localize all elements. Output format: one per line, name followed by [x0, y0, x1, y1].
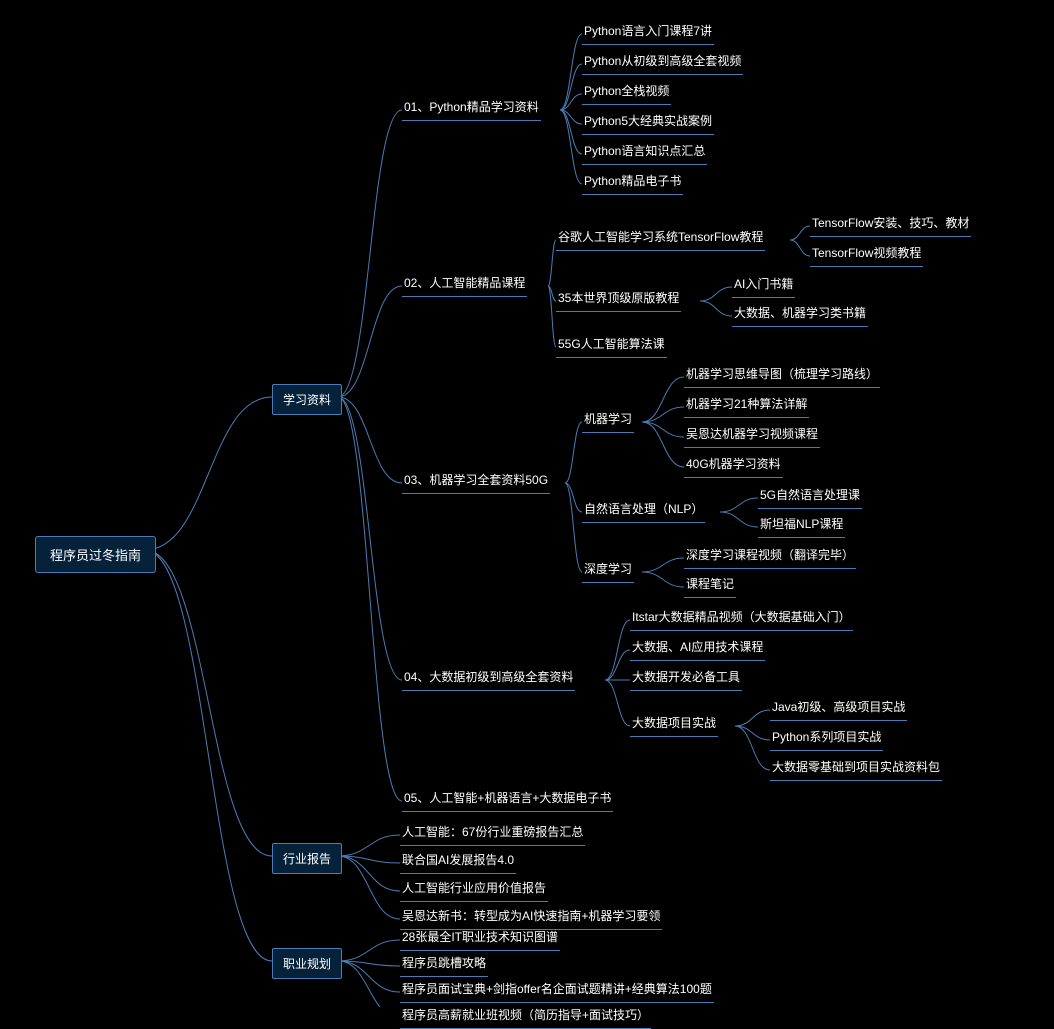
leaf: 人工智能：67份行业重磅报告汇总 [400, 823, 585, 846]
leaf: Python5大经典实战案例 [582, 112, 714, 135]
root-node[interactable]: 程序员过冬指南 [35, 536, 156, 573]
leaf: 大数据、AI应用技术课程 [630, 638, 765, 661]
leaf: 55G人工智能算法课 [556, 335, 667, 358]
node-study-01[interactable]: 01、Python精品学习资料 [402, 98, 541, 121]
node-study-03[interactable]: 03、机器学习全套资料50G [402, 471, 550, 494]
leaf: 机器学习思维导图（梳理学习路线） [684, 365, 880, 388]
leaf: 斯坦福NLP课程 [758, 515, 845, 538]
leaf: AI入门书籍 [732, 275, 795, 298]
leaf[interactable]: 机器学习 [582, 410, 634, 433]
branch-study[interactable]: 学习资料 [272, 384, 342, 415]
leaf[interactable]: 大数据项目实战 [630, 714, 718, 737]
leaf[interactable]: 自然语言处理（NLP） [582, 500, 705, 523]
leaf: Python语言入门课程7讲 [582, 22, 714, 45]
leaf[interactable]: 35本世界顶级原版教程 [556, 289, 681, 312]
leaf: 大数据开发必备工具 [630, 668, 742, 691]
branch-report[interactable]: 行业报告 [272, 843, 342, 874]
leaf[interactable]: 谷歌人工智能学习系统TensorFlow教程 [556, 228, 765, 251]
leaf: 程序员面试宝典+剑指offer名企面试题精讲+经典算法100题 [400, 980, 714, 1003]
node-study-05: 05、人工智能+机器语言+大数据电子书 [402, 789, 613, 812]
leaf[interactable]: 深度学习 [582, 560, 634, 583]
leaf: Python从初级到高级全套视频 [582, 52, 743, 75]
branch-career[interactable]: 职业规划 [272, 948, 342, 979]
leaf: Python精品电子书 [582, 172, 683, 195]
leaf: Python语言知识点汇总 [582, 142, 707, 165]
leaf: 联合国AI发展报告4.0 [400, 851, 516, 874]
leaf: 程序员跳槽攻略 [400, 954, 488, 977]
leaf: TensorFlow视频教程 [810, 244, 923, 267]
leaf: 5G自然语言处理课 [758, 486, 862, 509]
node-study-02[interactable]: 02、人工智能精品课程 [402, 274, 527, 297]
leaf: TensorFlow安装、技巧、教材 [810, 214, 971, 237]
leaf: Python系列项目实战 [770, 728, 883, 751]
leaf: Itstar大数据精品视频（大数据基础入门） [630, 608, 853, 631]
leaf: 大数据、机器学习类书籍 [732, 304, 868, 327]
leaf: 吴恩达机器学习视频课程 [684, 425, 820, 448]
leaf: Python全栈视频 [582, 82, 671, 105]
leaf: 40G机器学习资料 [684, 455, 783, 478]
leaf: 程序员高薪就业班视频（简历指导+面试技巧） [400, 1006, 651, 1029]
leaf: 28张最全IT职业技术知识图谱 [400, 928, 560, 951]
node-study-04[interactable]: 04、大数据初级到高级全套资料 [402, 668, 575, 691]
leaf: 大数据零基础到项目实战资料包 [770, 758, 942, 781]
leaf: 深度学习课程视频（翻译完毕） [684, 546, 856, 569]
leaf: 人工智能行业应用价值报告 [400, 879, 548, 902]
leaf: 课程笔记 [684, 575, 736, 598]
leaf: 机器学习21种算法详解 [684, 395, 809, 418]
leaf: Java初级、高级项目实战 [770, 698, 907, 721]
leaf: 吴恩达新书：转型成为AI快速指南+机器学习要领 [400, 907, 662, 930]
